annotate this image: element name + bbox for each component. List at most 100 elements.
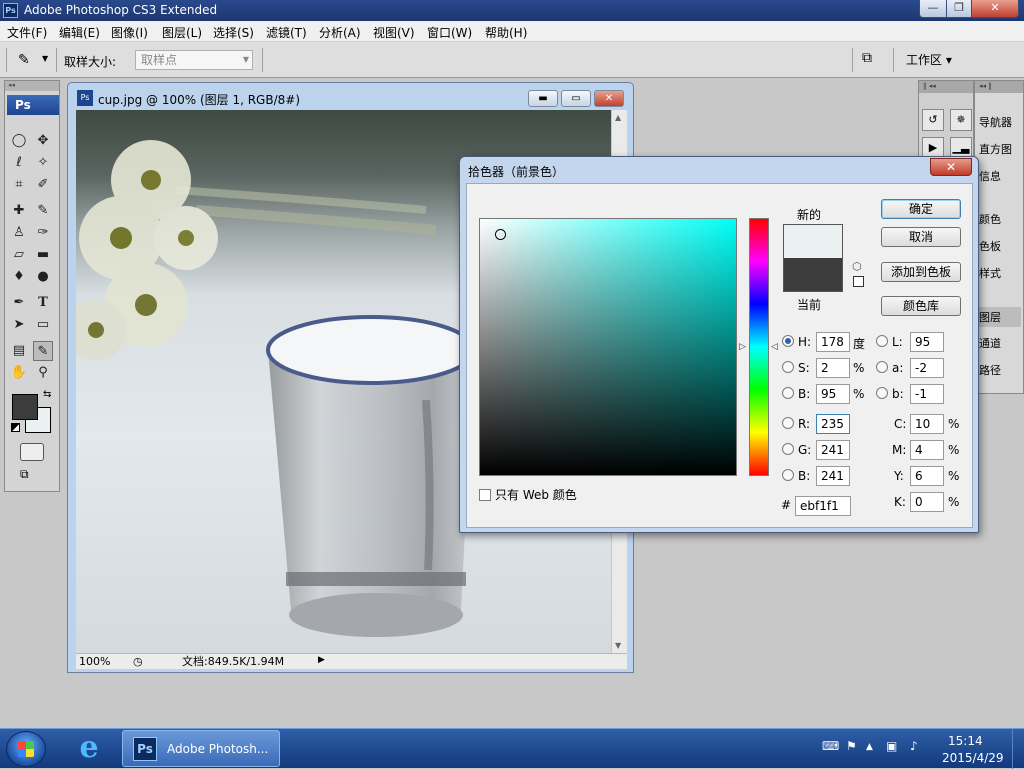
slice-tool-icon[interactable]: ✐ — [33, 175, 53, 195]
panel-color[interactable]: 颜色 — [979, 211, 1001, 227]
color-marker[interactable] — [495, 229, 506, 240]
menu-edit[interactable]: 编辑(E) — [59, 24, 100, 41]
websafe-square-icon[interactable] — [853, 276, 864, 287]
h-radio[interactable] — [782, 335, 794, 347]
move-tool-icon[interactable]: ✥ — [33, 131, 53, 151]
cancel-button[interactable]: 取消 — [881, 227, 961, 247]
dialog-close-button[interactable]: ✕ — [930, 158, 972, 176]
clock-time[interactable]: 15:14 — [948, 734, 983, 748]
photoshop-taskbar-button[interactable]: Ps Adobe Photosh... — [122, 730, 280, 767]
panel-channels[interactable]: 通道 — [979, 335, 1001, 351]
quick-mask-icon[interactable] — [20, 443, 44, 461]
y-field[interactable]: 6 — [910, 466, 944, 486]
menu-layer[interactable]: 图层(L) — [162, 24, 202, 41]
document-maximize-button[interactable]: ▭ — [561, 90, 591, 107]
toolbox-ps-badge[interactable]: Ps — [7, 95, 59, 115]
screen-mode-icon[interactable]: ⧉ — [20, 467, 44, 485]
s-radio[interactable] — [782, 361, 794, 373]
pen-tool-icon[interactable]: ✒ — [9, 293, 29, 313]
volume-icon[interactable]: ♪ — [910, 739, 918, 753]
menu-help[interactable]: 帮助(H) — [485, 24, 527, 41]
scroll-down-icon[interactable]: ▼ — [615, 641, 621, 650]
saturation-brightness-field[interactable] — [479, 218, 737, 476]
hand-tool-icon[interactable]: ✋ — [9, 363, 29, 383]
network-icon[interactable]: ▣ — [886, 739, 897, 753]
gamut-cube-icon[interactable]: ⬡ — [852, 260, 862, 273]
toolbox-grip-icon[interactable]: ◂◂ — [5, 81, 59, 91]
panel-grip-icon[interactable]: ◂◂ ‖ — [975, 81, 1023, 93]
menu-window[interactable]: 窗口(W) — [427, 24, 472, 41]
menu-analysis[interactable]: 分析(A) — [319, 24, 361, 41]
internet-explorer-icon[interactable]: e — [68, 732, 110, 766]
close-button[interactable]: ✕ — [971, 0, 1019, 18]
web-only-checkbox[interactable]: 只有 Web 颜色 — [479, 486, 577, 503]
document-minimize-button[interactable]: ▬ — [528, 90, 558, 107]
history-brush-tool-icon[interactable]: ✑ — [33, 223, 53, 243]
minimize-button[interactable]: — — [919, 0, 947, 18]
b-field[interactable]: 95 — [816, 384, 850, 404]
navigator-icon[interactable]: ✵ — [950, 109, 972, 131]
hue-slider[interactable] — [749, 218, 769, 476]
menu-image[interactable]: 图像(I) — [111, 24, 148, 41]
zoom-tool-icon[interactable]: ⚲ — [33, 363, 53, 383]
menu-file[interactable]: 文件(F) — [7, 24, 47, 41]
panel-histogram[interactable]: 直方图 — [979, 141, 1012, 157]
hue-slider-left-arrow-icon[interactable]: ▷ — [739, 342, 746, 352]
panel-info[interactable]: 信息 — [979, 168, 1001, 184]
crop-tool-icon[interactable]: ⌗ — [9, 175, 29, 195]
m-field[interactable]: 4 — [910, 440, 944, 460]
checkbox-box[interactable] — [479, 489, 491, 501]
maximize-button[interactable]: ❐ — [946, 0, 972, 18]
lasso-tool-icon[interactable]: ℓ — [9, 153, 29, 173]
keyboard-icon[interactable]: ⌨ — [822, 739, 839, 753]
a-radio[interactable] — [876, 361, 888, 373]
status-menu-arrow-icon[interactable]: ▶ — [318, 655, 325, 665]
panel-swatches[interactable]: 色板 — [979, 238, 1001, 254]
current-color-swatch[interactable] — [783, 258, 843, 292]
bridge-icon[interactable]: ⧉ — [862, 50, 886, 70]
shape-tool-icon[interactable]: ▭ — [33, 315, 53, 335]
panel-navigator[interactable]: 导航器 — [979, 114, 1012, 130]
clock-date[interactable]: 2015/4/29 — [942, 751, 1004, 765]
ok-button[interactable]: 确定 — [881, 199, 961, 219]
k-field[interactable]: 0 — [910, 492, 944, 512]
h-field[interactable]: 178 — [816, 332, 850, 352]
show-desktop-button[interactable] — [1012, 729, 1024, 769]
s-field[interactable]: 2 — [816, 358, 850, 378]
magic-wand-tool-icon[interactable]: ✧ — [33, 153, 53, 173]
r-field[interactable]: 235 — [816, 414, 850, 434]
blue-field[interactable]: 241 — [816, 466, 850, 486]
panel-layers[interactable]: 图层 — [977, 307, 1021, 327]
type-tool-icon[interactable]: T — [33, 293, 53, 313]
stamp-tool-icon[interactable]: ♙ — [9, 223, 29, 243]
blue-radio[interactable] — [782, 469, 794, 481]
foreground-color-swatch[interactable] — [12, 394, 38, 420]
eyedropper-preset-icon[interactable]: ✎ — [18, 52, 38, 70]
panel-grip-icon[interactable]: ‖ ◂◂ — [919, 81, 973, 93]
lab-b-radio[interactable] — [876, 387, 888, 399]
panel-paths[interactable]: 路径 — [979, 362, 1001, 378]
notification-icon[interactable]: ⚑ — [846, 739, 857, 753]
menu-view[interactable]: 视图(V) — [373, 24, 415, 41]
marquee-tool-icon[interactable]: ◯ — [9, 131, 29, 151]
add-to-swatches-button[interactable]: 添加到色板 — [881, 262, 961, 282]
menu-filter[interactable]: 滤镜(T) — [266, 24, 307, 41]
hue-slider-right-arrow-icon[interactable]: ◁ — [771, 342, 778, 352]
dodge-tool-icon[interactable]: ● — [33, 267, 53, 287]
l-radio[interactable] — [876, 335, 888, 347]
l-field[interactable]: 95 — [910, 332, 944, 352]
zoom-level-field[interactable]: 100% — [79, 655, 129, 669]
lab-b-field[interactable]: -1 — [910, 384, 944, 404]
g-field[interactable]: 241 — [816, 440, 850, 460]
swap-colors-icon[interactable]: ⇆ — [43, 389, 51, 400]
document-close-button[interactable]: ✕ — [594, 90, 624, 107]
scroll-up-icon[interactable]: ▲ — [615, 113, 621, 122]
eraser-tool-icon[interactable]: ▱ — [9, 245, 29, 265]
r-radio[interactable] — [782, 417, 794, 429]
brush-tool-icon[interactable]: ✎ — [33, 201, 53, 221]
menu-select[interactable]: 选择(S) — [213, 24, 254, 41]
b-radio[interactable] — [782, 387, 794, 399]
a-field[interactable]: -2 — [910, 358, 944, 378]
notes-tool-icon[interactable]: ▤ — [9, 341, 29, 361]
workspace-button[interactable]: 工作区 ▾ — [906, 51, 952, 68]
